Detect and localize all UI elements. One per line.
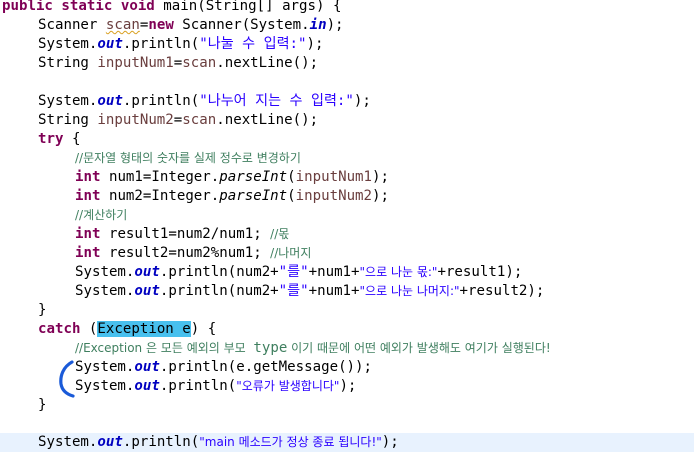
hand-drawn-bracket-annotation [59,360,75,398]
code-editor[interactable]: public static void main(String[] args) {… [0,0,694,463]
